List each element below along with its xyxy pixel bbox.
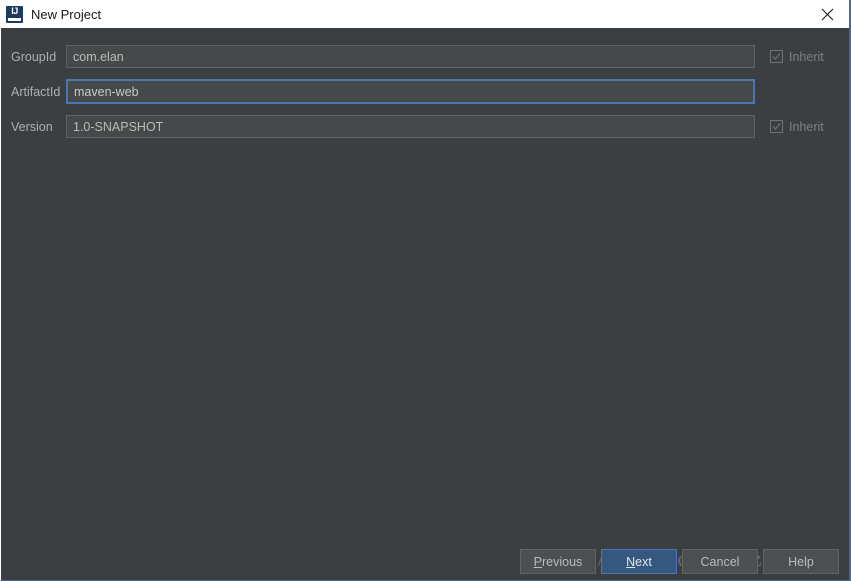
checkmark-icon xyxy=(772,123,781,130)
artifactid-input[interactable] xyxy=(66,79,755,104)
version-input[interactable] xyxy=(66,115,755,138)
checkmark-icon xyxy=(772,53,781,60)
window-title: New Project xyxy=(31,6,102,22)
form-row-artifactid: ArtifactId xyxy=(1,74,849,109)
form-row-version: Version Inherit xyxy=(1,109,849,144)
next-button[interactable]: Next xyxy=(601,549,677,574)
cancel-button[interactable]: Cancel xyxy=(682,549,758,574)
previous-button-mnemonic: P xyxy=(533,554,543,569)
new-project-dialog: IJ New Project GroupId Inherit xyxy=(0,0,851,581)
help-button[interactable]: Help xyxy=(763,549,839,574)
previous-button[interactable]: Previous xyxy=(520,549,596,574)
artifactid-label: ArtifactId xyxy=(11,84,61,99)
dialog-footer: Previous Next Cancel Help xyxy=(520,549,839,574)
close-button[interactable] xyxy=(805,0,849,28)
next-button-mnemonic: N xyxy=(626,554,636,569)
next-button-label: ext xyxy=(635,554,652,569)
title-bar: IJ New Project xyxy=(1,0,849,28)
form-row-groupid: GroupId Inherit xyxy=(1,39,849,74)
version-inherit-checkbox[interactable] xyxy=(770,120,783,133)
version-label: Version xyxy=(11,119,53,134)
groupid-input[interactable] xyxy=(66,45,755,68)
project-coordinates-form: GroupId Inherit ArtifactId Version xyxy=(1,28,849,144)
close-icon xyxy=(821,8,834,20)
intellij-idea-icon: IJ xyxy=(6,5,23,23)
version-inherit-label: Inherit xyxy=(789,119,824,134)
previous-button-label: revious xyxy=(542,554,583,569)
groupid-inherit-group[interactable]: Inherit xyxy=(770,50,824,64)
groupid-inherit-label: Inherit xyxy=(789,49,824,64)
groupid-inherit-checkbox[interactable] xyxy=(770,50,783,63)
version-inherit-group[interactable]: Inherit xyxy=(770,120,824,134)
groupid-label: GroupId xyxy=(11,49,57,64)
